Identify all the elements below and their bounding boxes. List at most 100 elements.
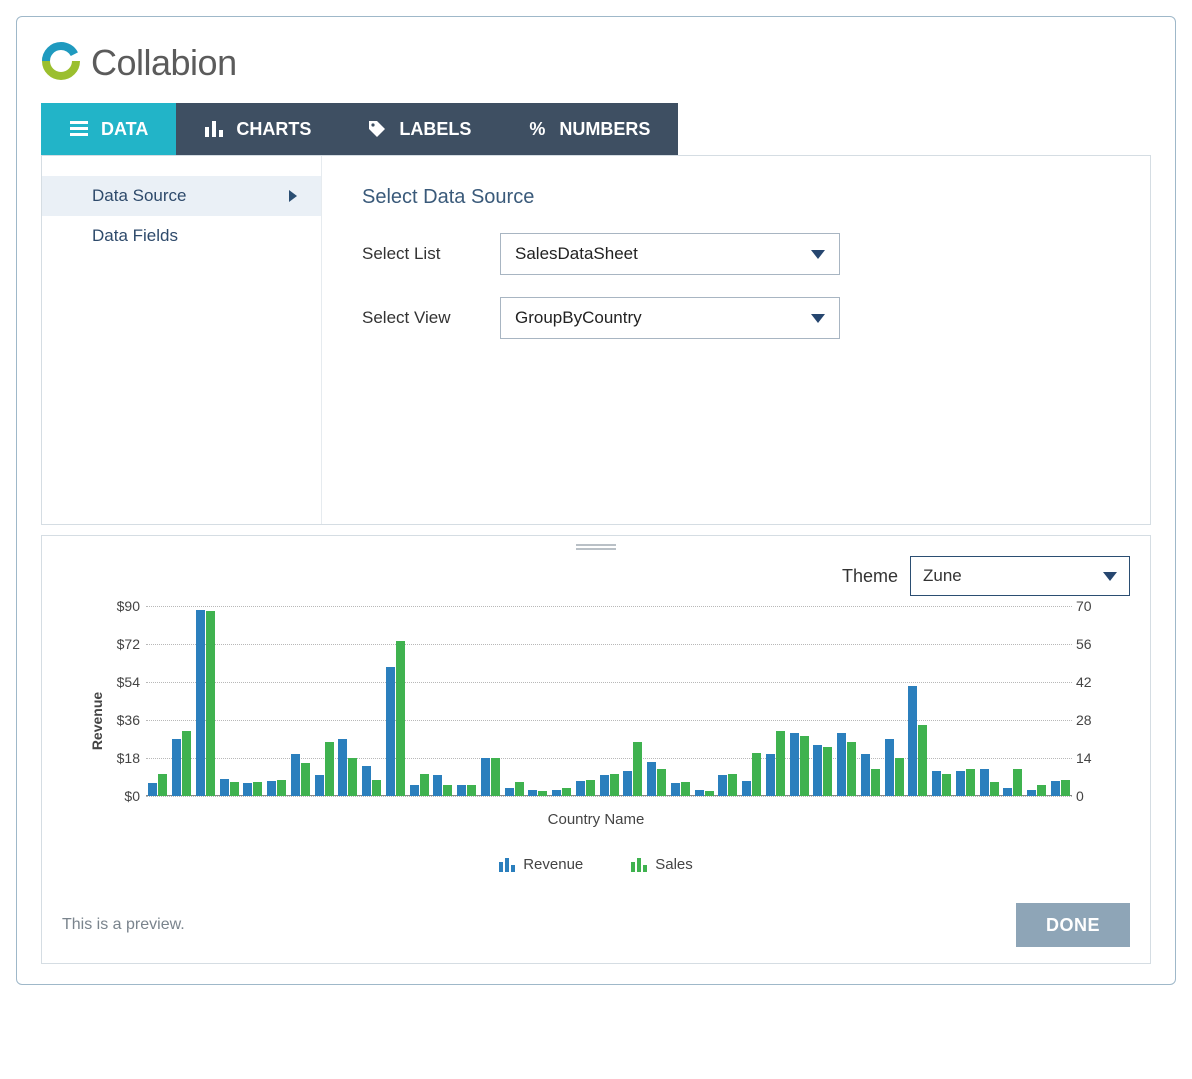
bar-sales [158, 774, 167, 796]
tab-labels[interactable]: LABELS [339, 103, 499, 155]
bar-revenue [1027, 790, 1036, 796]
y-tick-left: $72 [90, 636, 140, 652]
bar-revenue [623, 771, 632, 796]
bar-revenue [410, 785, 419, 796]
bar-sales [1013, 769, 1022, 796]
bar-revenue [552, 790, 561, 796]
select-list-label: Select List [362, 244, 472, 264]
bar-sales [443, 785, 452, 796]
bar-sales [633, 742, 642, 796]
preview-panel: Theme Zune Revenue $00$1814$3628$5442$72… [41, 535, 1151, 964]
y-tick-right: 42 [1076, 674, 1116, 690]
bar-revenue [647, 762, 656, 796]
bar-sales [538, 791, 547, 796]
bar-revenue [457, 785, 466, 796]
select-view-row: Select View GroupByCountry [362, 297, 1110, 339]
bar-revenue [267, 781, 276, 796]
sidebar-item-data-fields[interactable]: Data Fields [42, 216, 321, 256]
bar-sales [681, 782, 690, 796]
done-button[interactable]: DONE [1016, 903, 1130, 947]
bar-sales [396, 641, 405, 796]
theme-dropdown[interactable]: Zune [910, 556, 1130, 596]
bar-sales [966, 769, 975, 796]
bar-revenue [362, 766, 371, 796]
bar-revenue [908, 686, 917, 796]
chart-bar-group [360, 606, 384, 796]
resize-grip-icon[interactable] [576, 544, 616, 550]
tag-icon [367, 119, 387, 139]
bar-revenue [671, 783, 680, 796]
theme-value: Zune [923, 566, 962, 586]
bar-revenue [742, 781, 751, 796]
bar-sales [372, 780, 381, 796]
bar-sales [348, 758, 357, 796]
bar-revenue [220, 779, 229, 796]
chart-bar-group [811, 606, 835, 796]
chevron-right-icon [289, 190, 297, 202]
chart-bar-group [740, 606, 764, 796]
chart-bar-group [669, 606, 693, 796]
chart-bar-group [1025, 606, 1049, 796]
chart-bar-group [977, 606, 1001, 796]
chart-bar-group [716, 606, 740, 796]
x-axis-label: Country Name [72, 811, 1120, 828]
tab-numbers[interactable]: % NUMBERS [499, 103, 678, 155]
bar-sales [847, 742, 856, 796]
chart-bar-group [859, 606, 883, 796]
select-view-dropdown[interactable]: GroupByCountry [500, 297, 840, 339]
tab-data[interactable]: DATA [41, 103, 176, 155]
legend-swatch-icon [499, 858, 515, 872]
bar-sales [776, 731, 785, 796]
bar-revenue [861, 754, 870, 796]
bar-revenue [956, 771, 965, 796]
bar-sales [871, 769, 880, 796]
bar-sales [823, 747, 832, 796]
chart-bar-group [621, 606, 645, 796]
bar-sales [277, 780, 286, 796]
y-tick-right: 56 [1076, 636, 1116, 652]
y-tick-right: 0 [1076, 788, 1116, 804]
legend-item-sales: Sales [631, 856, 693, 873]
chart-bar-group [645, 606, 669, 796]
bar-revenue [718, 775, 727, 796]
bar-sales [230, 782, 239, 796]
bars-icon [204, 119, 224, 139]
brand: Collabion [41, 41, 1151, 85]
config-panel: Data Source Data Fields Select Data Sour… [41, 155, 1151, 525]
bar-revenue [766, 754, 775, 796]
chart-bar-group [407, 606, 431, 796]
select-list-value: SalesDataSheet [515, 244, 638, 264]
bar-sales [705, 791, 714, 796]
chart-bar-group [692, 606, 716, 796]
bar-sales [610, 774, 619, 796]
sidebar: Data Source Data Fields [42, 156, 322, 524]
chart-bar-group [1049, 606, 1073, 796]
tab-label: CHARTS [236, 119, 311, 140]
chart-bar-group [241, 606, 265, 796]
select-list-row: Select List SalesDataSheet [362, 233, 1110, 275]
tab-label: LABELS [399, 119, 471, 140]
bar-sales [752, 753, 761, 796]
chart-bar-group [265, 606, 289, 796]
bar-sales [728, 774, 737, 796]
bar-revenue [386, 667, 395, 796]
chart-plot-area: $00$1814$3628$5442$7256$9070 [146, 606, 1072, 796]
chart-bar-group [906, 606, 930, 796]
chart-bar-group [384, 606, 408, 796]
bar-sales [301, 763, 310, 796]
bar-sales [253, 782, 262, 796]
top-tabs: DATA CHARTS LABELS % NUMBERS [41, 103, 1151, 155]
tab-charts[interactable]: CHARTS [176, 103, 339, 155]
bar-sales [1061, 780, 1070, 796]
chart-bar-group [835, 606, 859, 796]
chart-bar-group [930, 606, 954, 796]
chevron-down-icon [811, 250, 825, 259]
chart-bar-group [431, 606, 455, 796]
bar-revenue [695, 790, 704, 796]
bar-sales [918, 725, 927, 796]
theme-row: Theme Zune [62, 556, 1130, 596]
select-list-dropdown[interactable]: SalesDataSheet [500, 233, 840, 275]
sidebar-item-data-source[interactable]: Data Source [42, 176, 321, 216]
bar-revenue [932, 771, 941, 796]
bar-revenue [885, 739, 894, 796]
